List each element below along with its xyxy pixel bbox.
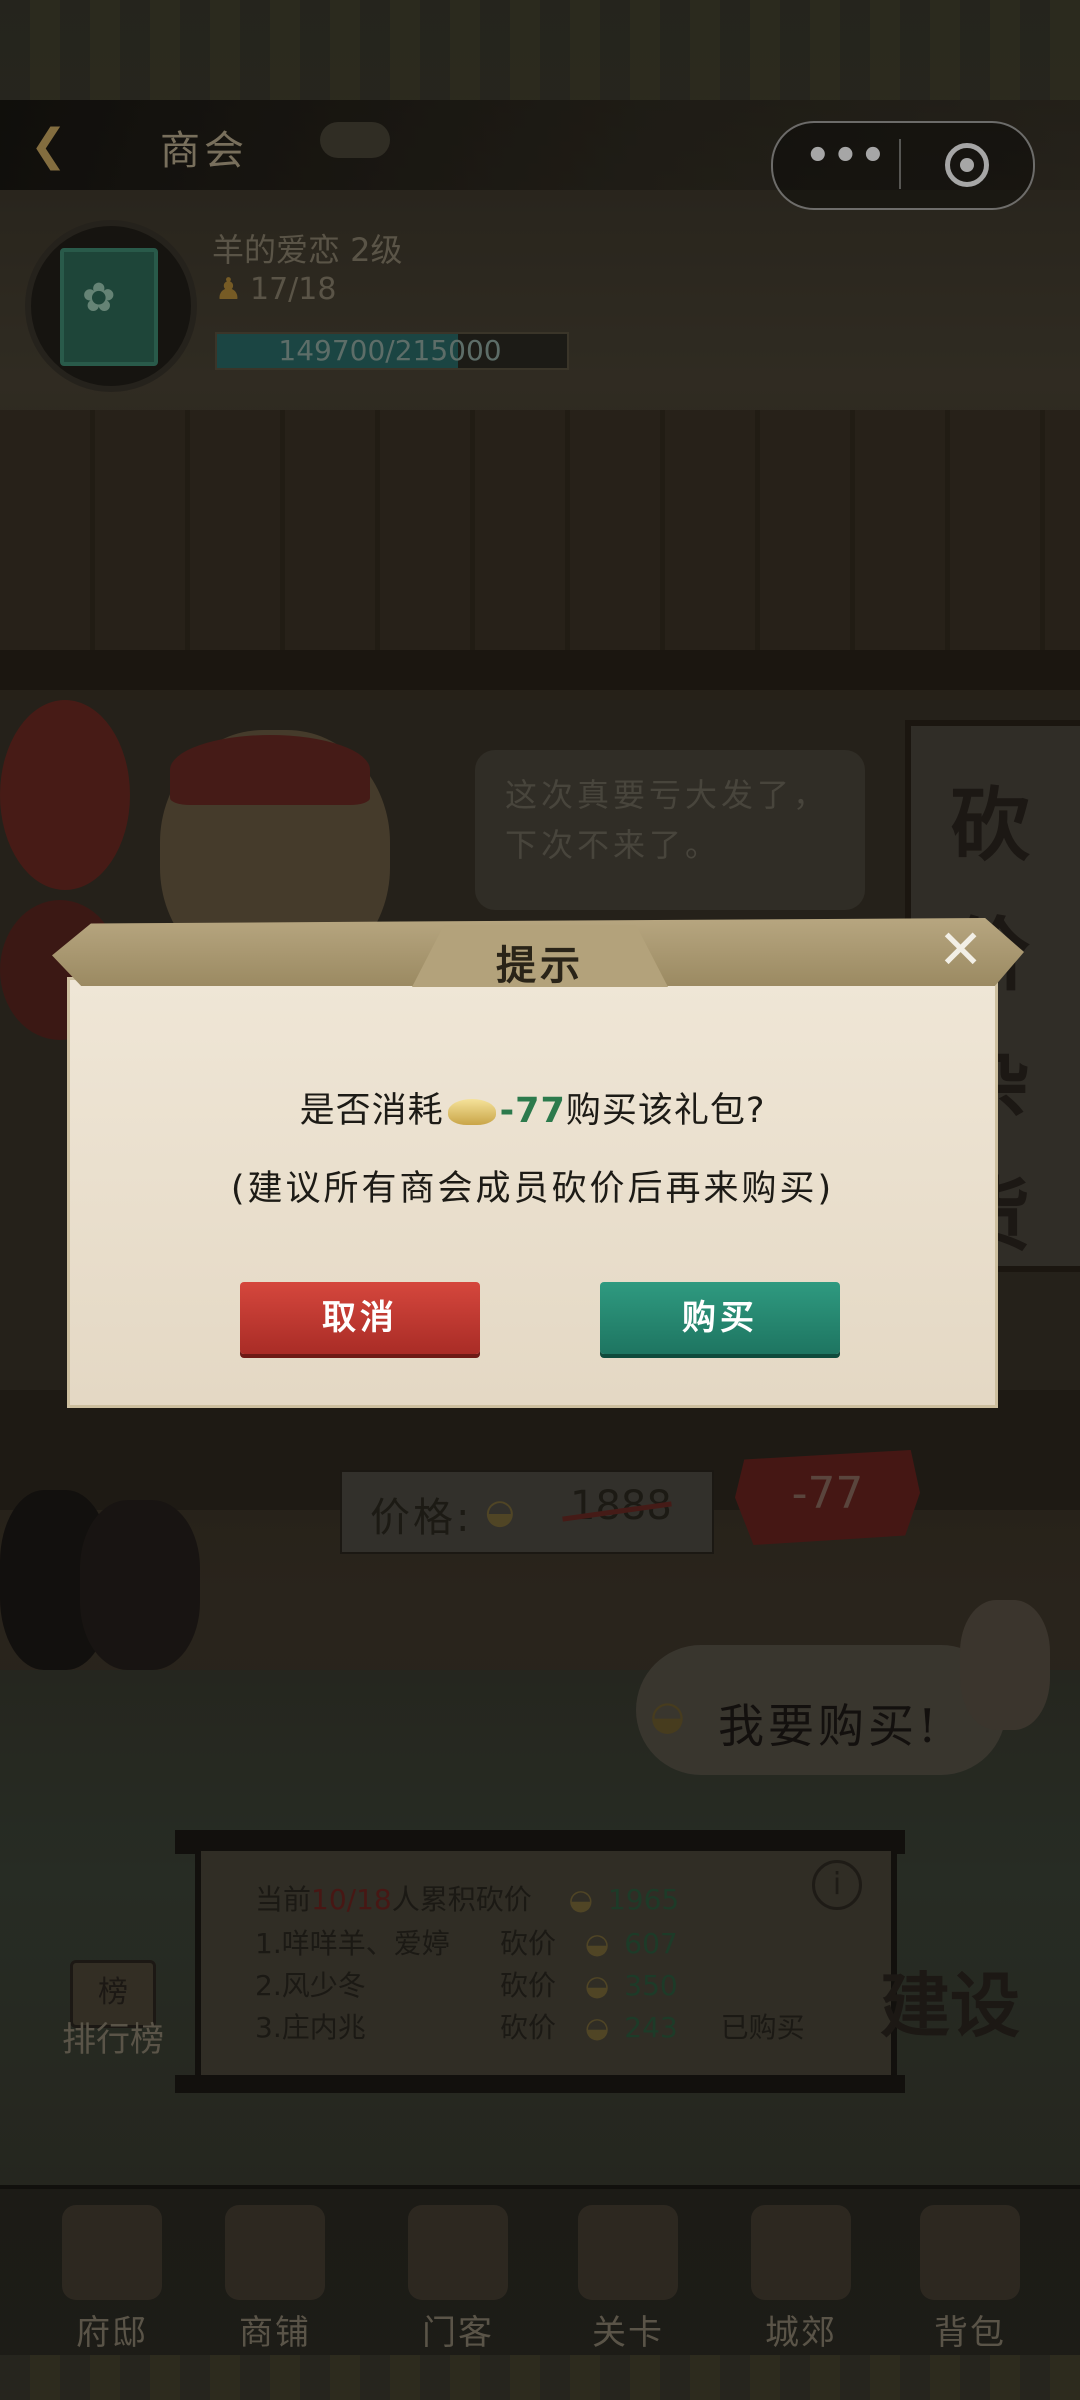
buy-button[interactable]: 购买 <box>600 1282 840 1354</box>
dialog-hint: (建议所有商会成员砍价后再来购买) <box>230 1169 835 1209</box>
question-suffix: 购买该礼包? <box>565 1091 766 1131</box>
cost-amount: -77 <box>499 1091 566 1131</box>
cancel-button[interactable]: 取消 <box>240 1282 480 1354</box>
question-prefix: 是否消耗 <box>299 1091 444 1131</box>
dialog-title: 提示 <box>496 943 584 989</box>
close-icon[interactable]: ✕ <box>938 920 983 980</box>
gold-ingot-icon <box>447 1099 496 1125</box>
dialog-question: 是否消耗 -77购买该礼包? <box>70 1082 995 1133</box>
